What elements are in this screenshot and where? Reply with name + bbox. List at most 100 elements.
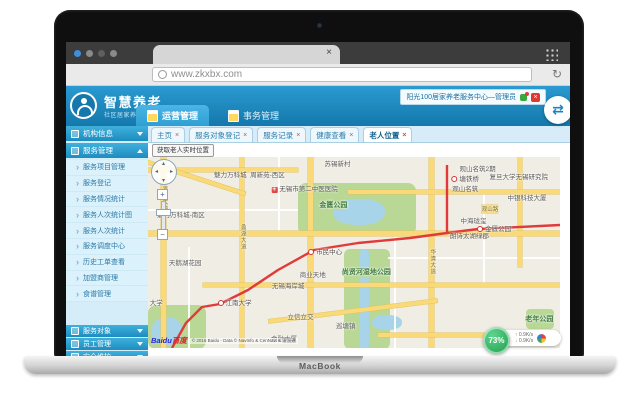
memory-percent-ball[interactable]: 73% <box>483 327 510 354</box>
sidebar: 机构信息 服务管理 服务项目管理 服务登记 服务情况统计 <box>66 126 148 356</box>
window-control-dot[interactable] <box>86 50 93 57</box>
sidebar-section-header[interactable]: 机构信息 <box>66 126 148 141</box>
get-elder-location-button[interactable]: 获取老人实时位置 <box>152 144 214 157</box>
document-tab[interactable]: 服务记录 <box>257 127 306 142</box>
doc-icon <box>147 110 158 122</box>
zoom-in-button[interactable]: + <box>157 189 168 200</box>
map-label: 魅力万科城 <box>214 169 247 179</box>
pan-right-icon[interactable]: ▸ <box>170 168 173 175</box>
map-label: 观山名筑 <box>452 183 478 193</box>
chevron-down-icon <box>137 342 143 346</box>
main-nav: 运营管理 事务管理 <box>136 105 290 126</box>
sidebar-item-label: 服务人次统计 <box>83 226 125 236</box>
browser-window: www.zkxbx.com ↻ 智慧养老 社区居家养老服务系统 运营管理 事务管… <box>66 42 570 356</box>
sidebar-item[interactable]: 加盟商管理 <box>66 271 148 287</box>
close-icon[interactable]: × <box>531 93 540 102</box>
sidebar-section-header[interactable]: 服务对象 <box>66 325 148 337</box>
document-tab-bar: 主页 服务对象登记 服务记录 健康查看 老人位置 <box>148 126 570 143</box>
laptop-brand-label: MacBook <box>24 361 616 371</box>
sidebar-item[interactable]: 服务登记 <box>66 176 148 192</box>
pan-up-icon[interactable]: ▴ <box>162 160 165 167</box>
section-icon <box>71 130 79 138</box>
user-info-text: 阳光100居家养老服务中心—管理员 <box>406 92 516 102</box>
sidebar-item-label: 历史工单查看 <box>83 257 125 267</box>
doc-icon <box>228 110 239 122</box>
main-nav-tab[interactable]: 运营管理 <box>136 105 209 126</box>
zoom-out-button[interactable]: − <box>157 229 168 240</box>
baidu-map[interactable]: 周新苑-西区魅力万科城苏锡新村无锡市第二中医医院魅力万科城-南区金匮公园塘铁桥观… <box>148 157 560 348</box>
sidebar-item-label: 食谱管理 <box>83 289 111 299</box>
document-tab[interactable]: 老人位置 <box>363 127 412 142</box>
map-label: 商业天地 <box>300 269 326 279</box>
map-label: 江南大学 <box>218 297 252 307</box>
sidebar-item[interactable]: 食谱管理 <box>66 286 148 302</box>
map-label: 蠡湖大道 <box>239 224 247 250</box>
sidebar-item-label: 服务调度中心 <box>83 241 125 251</box>
map-attribution: © 2016 Baidu - Data © NavInfo & CenNavi … <box>190 338 298 344</box>
document-tab-label: 服务记录 <box>263 130 293 141</box>
switch-user-button[interactable] <box>544 96 570 124</box>
browser-tab[interactable] <box>153 45 340 64</box>
section-icon <box>71 327 79 335</box>
reload-icon[interactable]: ↻ <box>552 67 562 81</box>
map-label: 苏锡新村 <box>325 158 351 168</box>
webcam-icon <box>317 23 322 28</box>
sidebar-item[interactable]: 服务调度中心 <box>66 239 148 255</box>
map-label: 塘铁桥 <box>451 173 479 183</box>
map-label: 天鹅湖花园 <box>169 257 202 267</box>
pan-down-icon[interactable]: ▾ <box>162 177 165 184</box>
apps-grid-icon[interactable] <box>544 47 558 61</box>
sidebar-item-label: 服务登记 <box>83 178 111 188</box>
document-tab[interactable]: 主页 <box>151 127 185 142</box>
sidebar-item[interactable]: 服务项目管理 <box>66 160 148 176</box>
download-arrow-icon: ↓ <box>515 338 518 344</box>
document-tab-label: 服务对象登记 <box>195 130 240 141</box>
window-control-dot[interactable] <box>110 50 117 57</box>
document-tab-label: 健康查看 <box>316 130 346 141</box>
map-label: 尚贤河湿地公园 <box>342 267 391 277</box>
url-text: www.zkxbx.com <box>171 69 242 80</box>
section-icon <box>71 340 79 348</box>
section-icon <box>71 147 79 155</box>
sidebar-section-label: 服务管理 <box>83 145 113 156</box>
main-nav-tab[interactable]: 事务管理 <box>217 105 290 126</box>
window-control-dot[interactable] <box>74 50 81 57</box>
sidebar-section-label: 机构信息 <box>83 128 113 139</box>
site-info-icon[interactable] <box>158 70 167 79</box>
user-info-bar: 阳光100居家养老服务中心—管理员 × <box>400 89 546 105</box>
chevron-down-icon <box>137 132 143 136</box>
map-label: 中银科技大厦 <box>508 192 547 202</box>
chevron-down-icon <box>137 149 143 153</box>
map-label: 观山路 <box>482 205 499 213</box>
sidebar-item[interactable]: 服务情况统计 <box>66 192 148 208</box>
sidebar-item[interactable]: 服务人次统计 <box>66 223 148 239</box>
pan-left-icon[interactable]: ◂ <box>155 168 158 175</box>
sidebar-item[interactable]: 历史工单查看 <box>66 255 148 271</box>
sidebar-section-header[interactable]: 员工管理 <box>66 338 148 350</box>
map-label: 金匮公园 <box>319 200 347 210</box>
browser-toolbar: www.zkxbx.com ↻ <box>66 64 570 86</box>
sidebar-item-label: 服务项目管理 <box>83 162 125 172</box>
map-label: 无锡海岸城 <box>272 280 305 290</box>
sidebar-section-header[interactable]: 服务管理 <box>66 143 148 158</box>
chevron-down-icon <box>137 329 143 333</box>
document-tab-label: 老人位置 <box>369 130 399 141</box>
document-tab[interactable]: 健康查看 <box>310 127 359 142</box>
laptop-base: MacBook <box>24 356 616 374</box>
map-label: 老年公园 <box>525 314 553 324</box>
map-label: 金匮公园 <box>477 223 511 233</box>
map-label: 无锡市第二中医医院 <box>271 183 338 193</box>
map-label: 立信立交 <box>287 311 313 321</box>
map-footer: Baidu百度 © 2016 Baidu - Data © NavInfo & … <box>151 335 298 346</box>
browser-ball-icon[interactable] <box>537 334 546 343</box>
sidebar-item-label: 加盟商管理 <box>83 273 118 283</box>
map-label: 复旦大学无锡研究院 <box>490 171 549 181</box>
map-label: 大学 <box>150 297 163 307</box>
map-pan-control[interactable]: ▴ ▾ ◂ ▸ <box>151 159 177 185</box>
zoom-slider-handle[interactable] <box>156 209 171 216</box>
notification-icon[interactable] <box>520 94 527 101</box>
window-control-dot[interactable] <box>98 50 105 57</box>
document-tab[interactable]: 服务对象登记 <box>189 127 253 142</box>
sidebar-item[interactable]: 服务人次统计图 <box>66 207 148 223</box>
address-bar[interactable]: www.zkxbx.com <box>152 67 532 82</box>
